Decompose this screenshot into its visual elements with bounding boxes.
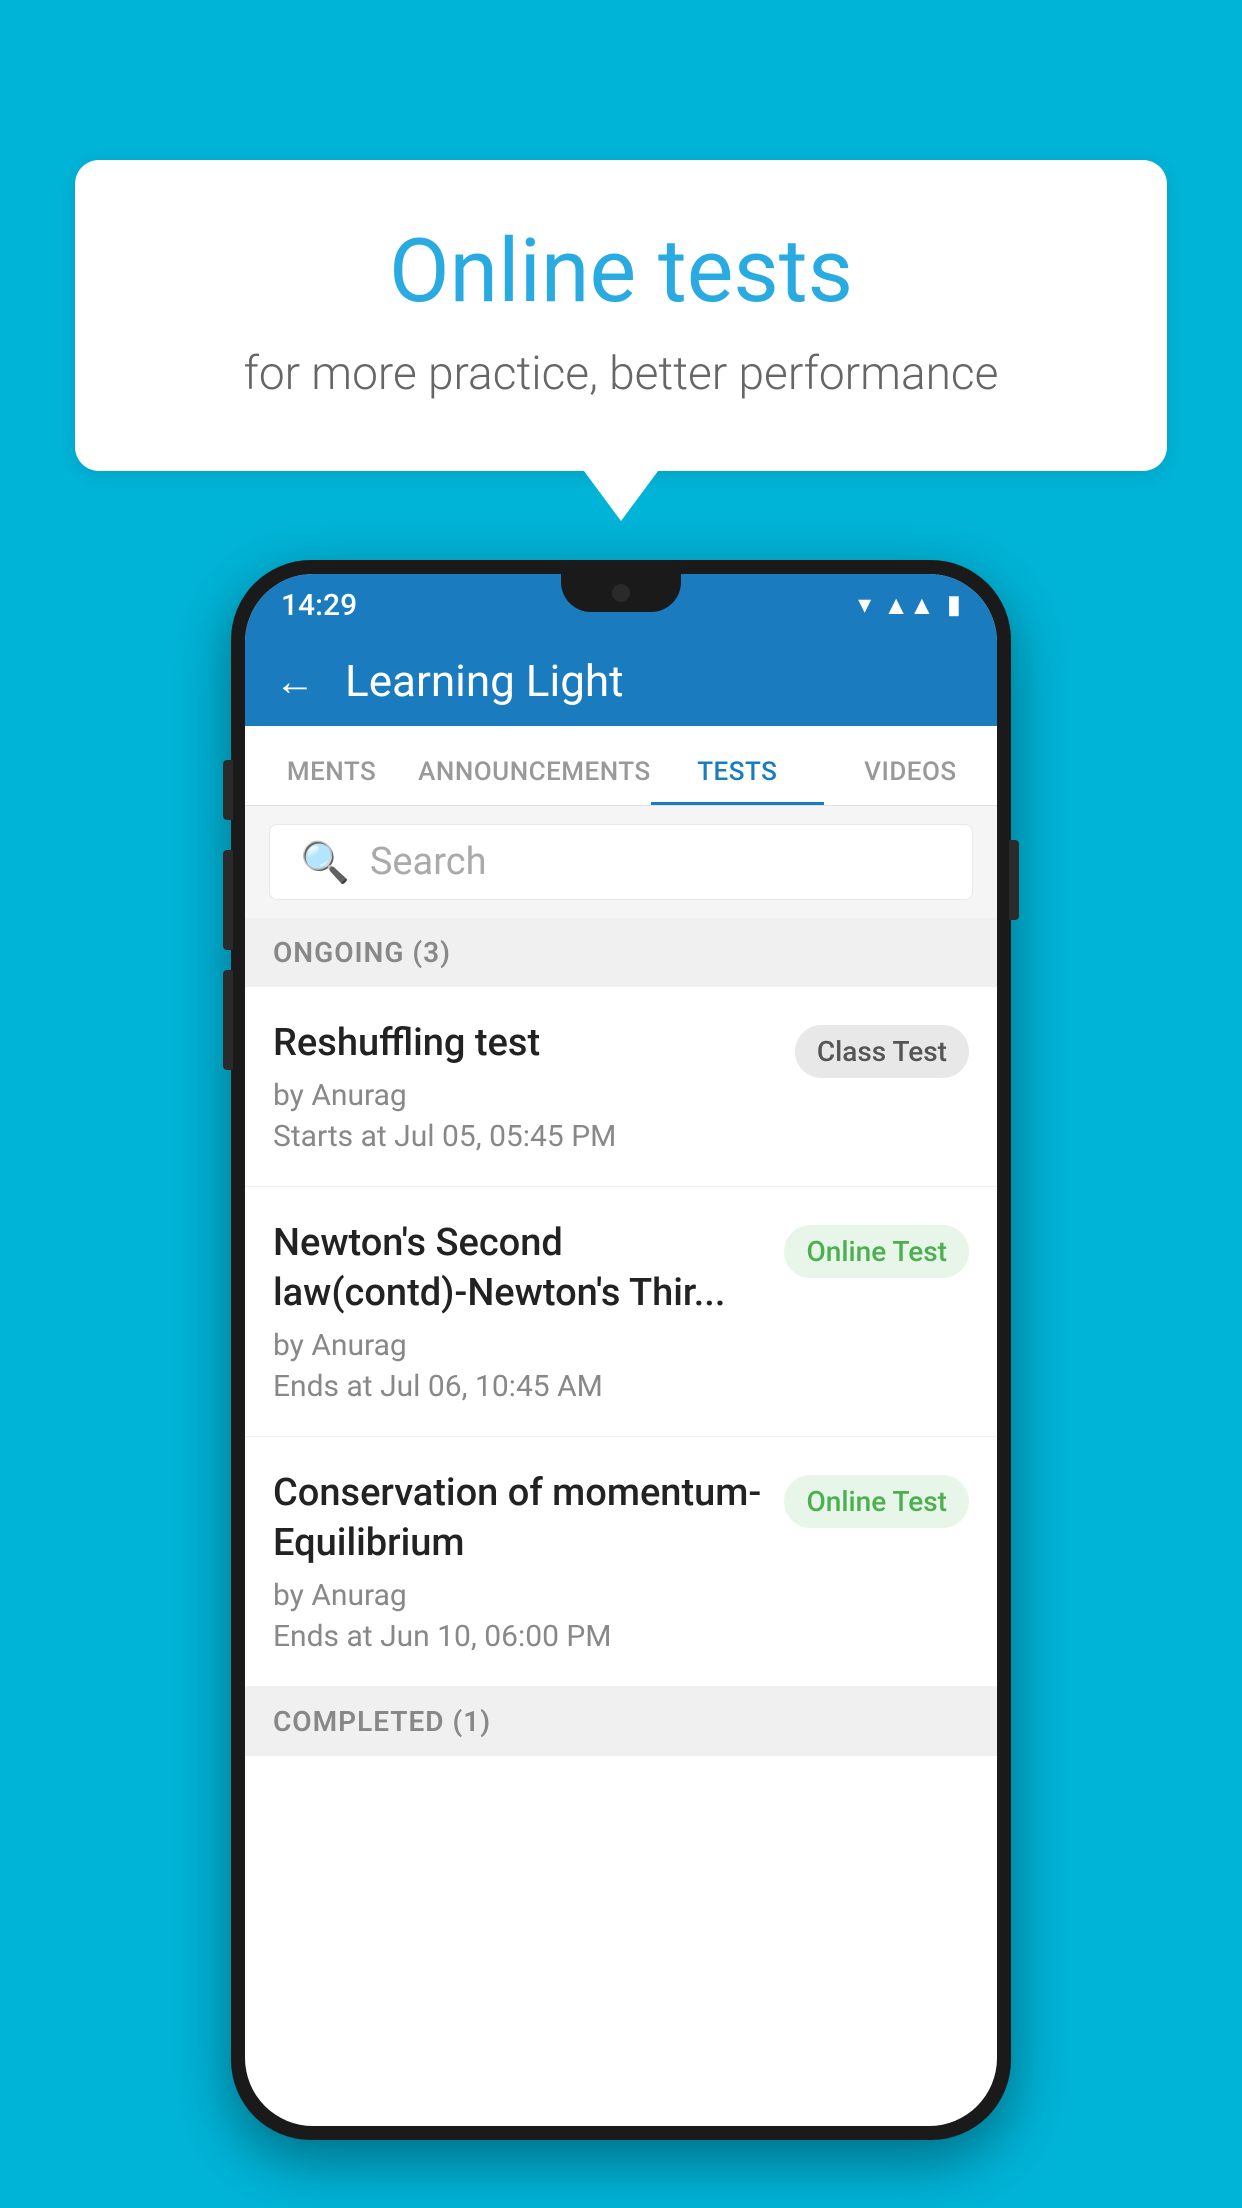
- test-badge-2: Online Test: [784, 1225, 969, 1278]
- app-title: Learning Light: [345, 655, 624, 707]
- test-by-3: by Anurag: [273, 1578, 764, 1613]
- bubble-title: Online tests: [155, 220, 1087, 323]
- tab-bar: MENTS ANNOUNCEMENTS TESTS VIDEOS: [245, 726, 997, 806]
- tab-ments[interactable]: MENTS: [245, 757, 418, 805]
- test-info-1: Reshuffling test by Anurag Starts at Jul…: [273, 1019, 795, 1154]
- volume-up-button: [223, 760, 233, 820]
- wifi-icon: ▾: [858, 590, 871, 620]
- test-name-1: Reshuffling test: [273, 1019, 775, 1068]
- battery-icon: ▮: [947, 590, 961, 620]
- ongoing-section-header: ONGOING (3): [245, 918, 997, 987]
- test-item-2[interactable]: Newton's Second law(contd)-Newton's Thir…: [245, 1187, 997, 1437]
- test-item-1[interactable]: Reshuffling test by Anurag Starts at Jul…: [245, 987, 997, 1187]
- bubble-subtitle: for more practice, better performance: [155, 347, 1087, 401]
- ongoing-label: ONGOING (3): [273, 936, 451, 969]
- completed-label: COMPLETED (1): [273, 1705, 491, 1738]
- test-info-2: Newton's Second law(contd)-Newton's Thir…: [273, 1219, 784, 1404]
- test-info-3: Conservation of momentum-Equilibrium by …: [273, 1469, 784, 1654]
- phone-wrapper: 14:29 ▾ ▲▲ ▮ ← Learning Light MENTS ANNO…: [75, 560, 1167, 2140]
- power-button: [1009, 840, 1019, 920]
- search-placeholder: Search: [370, 840, 487, 884]
- test-badge-3: Online Test: [784, 1475, 969, 1528]
- signal-icon: ▲▲: [883, 590, 934, 621]
- test-time-1: Starts at Jul 05, 05:45 PM: [273, 1119, 775, 1154]
- test-name-2: Newton's Second law(contd)-Newton's Thir…: [273, 1219, 764, 1318]
- volume-down-button: [223, 850, 233, 950]
- test-by-1: by Anurag: [273, 1078, 775, 1113]
- test-time-2: Ends at Jul 06, 10:45 AM: [273, 1369, 764, 1404]
- test-badge-1: Class Test: [795, 1025, 969, 1078]
- tab-videos[interactable]: VIDEOS: [824, 757, 997, 805]
- test-name-3: Conservation of momentum-Equilibrium: [273, 1469, 764, 1568]
- camera: [612, 584, 630, 602]
- app-header: ← Learning Light: [245, 636, 997, 726]
- back-button[interactable]: ←: [275, 658, 315, 705]
- silent-button: [223, 970, 233, 1070]
- phone-screen: 14:29 ▾ ▲▲ ▮ ← Learning Light MENTS ANNO…: [245, 574, 997, 2126]
- completed-section-header: COMPLETED (1): [245, 1687, 997, 1756]
- test-by-2: by Anurag: [273, 1328, 764, 1363]
- tab-tests[interactable]: TESTS: [651, 757, 824, 805]
- tab-announcements[interactable]: ANNOUNCEMENTS: [418, 757, 651, 805]
- test-list: Reshuffling test by Anurag Starts at Jul…: [245, 987, 997, 1687]
- phone-frame: 14:29 ▾ ▲▲ ▮ ← Learning Light MENTS ANNO…: [231, 560, 1011, 2140]
- phone-notch: [561, 574, 681, 612]
- search-bar[interactable]: 🔍 Search: [269, 824, 973, 900]
- search-container: 🔍 Search: [245, 806, 997, 918]
- speech-bubble: Online tests for more practice, better p…: [75, 160, 1167, 471]
- status-icons: ▾ ▲▲ ▮: [858, 590, 961, 621]
- status-time: 14:29: [281, 588, 357, 623]
- speech-bubble-container: Online tests for more practice, better p…: [75, 160, 1167, 471]
- search-icon: 🔍: [300, 839, 350, 886]
- test-item-3[interactable]: Conservation of momentum-Equilibrium by …: [245, 1437, 997, 1687]
- test-time-3: Ends at Jun 10, 06:00 PM: [273, 1619, 764, 1654]
